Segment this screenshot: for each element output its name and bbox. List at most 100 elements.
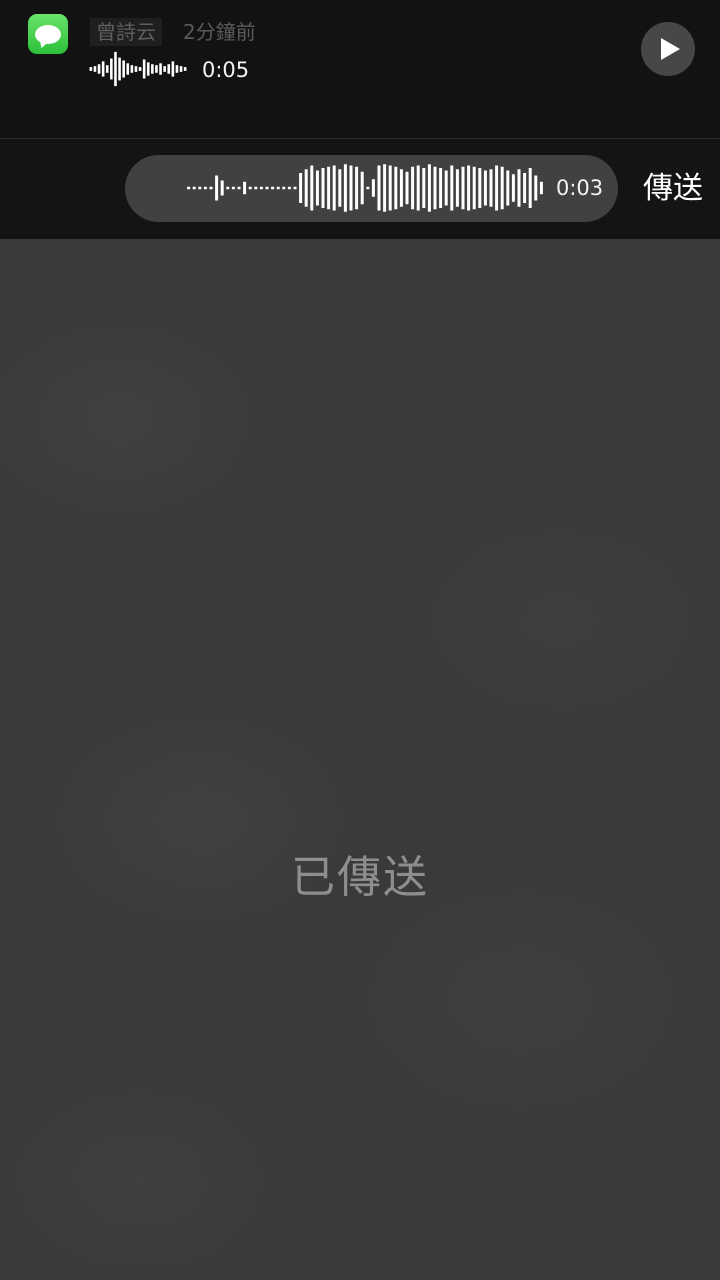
waveform-bar	[506, 170, 510, 206]
waveform-bar	[187, 186, 191, 190]
waveform-bar	[203, 186, 207, 190]
waveform-bar	[171, 61, 175, 77]
send-button[interactable]: 傳送	[643, 170, 703, 208]
sender-name: 曾詩云	[90, 18, 162, 46]
recorded-voice-duration: 0:03	[556, 176, 604, 200]
waveform-bar	[455, 169, 459, 207]
waveform-bar	[259, 186, 263, 190]
notification-time: 2分鐘前	[183, 20, 256, 44]
waveform-bar	[338, 169, 342, 207]
waveform-bar	[439, 168, 443, 208]
play-button[interactable]	[641, 22, 695, 76]
waveform-bar	[118, 57, 121, 81]
waveform-bar	[167, 64, 171, 74]
waveform-bar	[304, 169, 308, 207]
waveform-bar	[175, 65, 179, 73]
waveform-bar	[122, 60, 125, 78]
waveform-bar	[399, 169, 403, 207]
waveform-bar	[146, 62, 150, 76]
waveform-bar	[461, 166, 465, 210]
waveform-bar	[450, 165, 454, 211]
waveform-bar	[248, 186, 252, 190]
notification-banner[interactable]: 曾詩云 2分鐘前 0:05	[0, 0, 720, 139]
waveform-bar	[254, 186, 258, 190]
waveform-bar	[327, 166, 331, 210]
waveform-bar	[134, 66, 138, 72]
waveform-bar	[500, 166, 504, 210]
waveform-bar	[114, 51, 117, 87]
waveform-bar	[315, 170, 319, 206]
waveform-bar	[89, 67, 93, 71]
speech-bubble-icon	[35, 24, 61, 44]
recorded-voice-waveform	[187, 164, 543, 212]
waveform-bar	[159, 63, 162, 75]
waveform-bar	[183, 67, 187, 71]
waveform-bar	[192, 186, 196, 190]
waveform-bar	[299, 173, 303, 203]
waveform-bar	[332, 165, 336, 211]
waveform-bar	[467, 165, 471, 211]
waveform-bar	[198, 186, 202, 190]
waveform-bar	[142, 59, 146, 79]
waveform-bar	[226, 186, 230, 190]
waveform-bar	[155, 65, 158, 73]
waveform-bar	[276, 186, 280, 190]
waveform-bar	[110, 58, 113, 80]
waveform-bar	[287, 186, 291, 190]
waveform-bar	[416, 165, 420, 211]
waveform-bar	[126, 63, 130, 75]
waveform-bar	[355, 166, 359, 210]
waveform-bar	[433, 166, 437, 210]
waveform-bar	[343, 164, 347, 212]
waveform-bar	[138, 67, 142, 71]
received-voice-duration: 0:05	[202, 58, 250, 82]
waveform-bar	[517, 169, 521, 207]
waveform-bar	[310, 165, 314, 211]
waveform-bar	[427, 164, 431, 212]
waveform-bar	[215, 175, 219, 201]
waveform-bar	[97, 64, 101, 74]
waveform-bar	[282, 186, 286, 190]
waveform-bar	[231, 186, 235, 190]
waveform-bar	[243, 181, 247, 195]
reply-bar: 0:03 傳送	[0, 139, 720, 239]
waveform-bar	[394, 166, 398, 210]
waveform-bar	[220, 180, 224, 196]
waveform-bar	[534, 175, 538, 201]
waveform-bar	[105, 65, 109, 73]
messages-app-icon	[28, 14, 68, 54]
waveform-bar	[366, 186, 370, 190]
waveform-bar	[209, 186, 213, 190]
sent-status-label: 已傳送	[291, 852, 429, 903]
waveform-bar	[528, 168, 532, 208]
waveform-bar	[388, 165, 392, 211]
play-icon	[661, 38, 680, 60]
received-voice-waveform	[89, 51, 187, 87]
waveform-bar	[179, 66, 183, 72]
waveform-bar	[422, 168, 426, 208]
waveform-bar	[237, 186, 241, 190]
waveform-bar	[271, 186, 275, 190]
recorded-voice-message[interactable]: 0:03	[125, 155, 618, 222]
waveform-bar	[101, 61, 105, 77]
waveform-bar	[151, 64, 154, 74]
waveform-bar	[377, 165, 381, 211]
waveform-bar	[523, 173, 527, 203]
waveform-bar	[483, 170, 487, 206]
waveform-bar	[293, 186, 297, 190]
waveform-bar	[444, 170, 448, 206]
waveform-bar	[93, 66, 97, 72]
waveform-bar	[321, 168, 325, 208]
waveform-bar	[265, 186, 269, 190]
waveform-bar	[495, 165, 499, 211]
waveform-bar	[163, 66, 166, 72]
waveform-bar	[472, 166, 476, 210]
waveform-bar	[539, 181, 543, 195]
waveform-bar	[371, 179, 375, 197]
waveform-bar	[511, 174, 515, 202]
waveform-bar	[489, 169, 493, 207]
waveform-bar	[478, 168, 482, 208]
waveform-bar	[411, 166, 415, 210]
waveform-bar	[130, 65, 134, 73]
waveform-bar	[349, 165, 353, 211]
